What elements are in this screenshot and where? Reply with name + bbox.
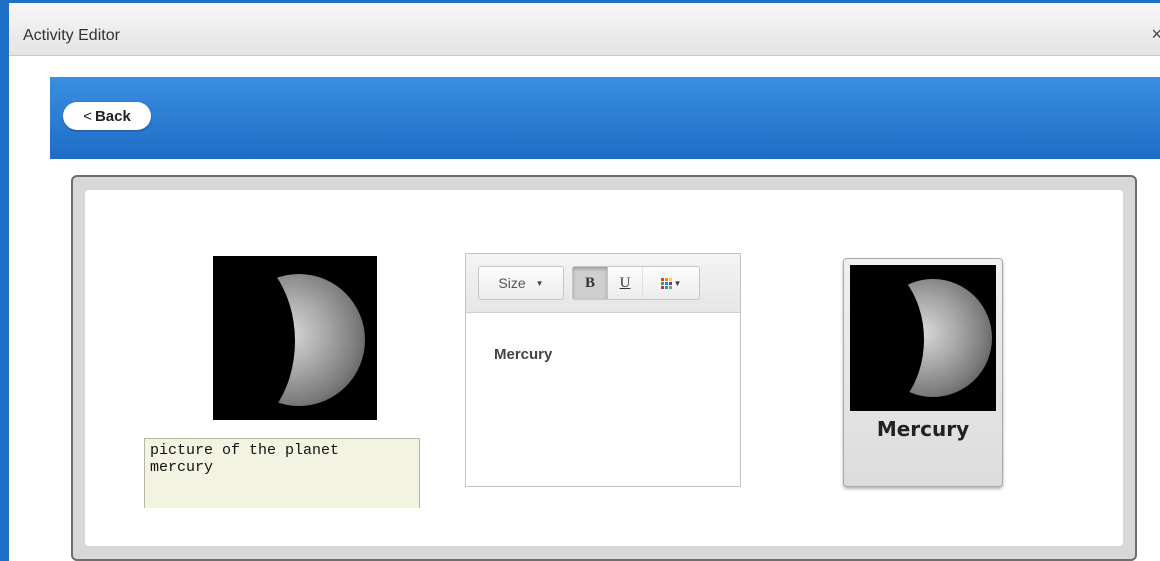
card-preview[interactable]: Mercury [843, 258, 1003, 487]
card-planet-image [850, 265, 996, 411]
chevron-left-icon: < [83, 107, 92, 125]
back-button[interactable]: < Back [63, 102, 151, 130]
content-panel: Size ▼ B U ▼ [71, 175, 1137, 561]
underline-button[interactable]: U [608, 267, 643, 299]
content-panel-inner: Size ▼ B U ▼ [85, 190, 1123, 546]
image-caption-input[interactable] [144, 438, 420, 508]
title-bar: Activity Editor × [9, 3, 1160, 56]
font-size-dropdown[interactable]: Size ▼ [478, 266, 564, 300]
text-color-button[interactable]: ▼ [643, 267, 699, 299]
editor-content[interactable]: Mercury [494, 346, 552, 363]
editor-toolbar: Size ▼ B U ▼ [466, 254, 740, 313]
color-palette-icon [660, 277, 672, 289]
caret-down-icon: ▼ [535, 278, 544, 288]
window-title: Activity Editor [23, 27, 120, 44]
back-button-label: Back [94, 107, 131, 125]
mercury-planet-image[interactable] [213, 256, 377, 420]
header-band: < Back [50, 77, 1160, 159]
format-button-group: B U ▼ [572, 266, 700, 300]
activity-editor-dialog: Activity Editor × < Back Size ▼ [0, 0, 1160, 561]
close-icon[interactable]: × [1151, 24, 1160, 45]
font-size-label: Size [498, 275, 526, 291]
text-editor: Size ▼ B U ▼ Mercury [465, 253, 741, 487]
caret-down-icon: ▼ [673, 278, 682, 288]
card-label: Mercury [876, 417, 970, 441]
bold-button[interactable]: B [573, 267, 608, 299]
